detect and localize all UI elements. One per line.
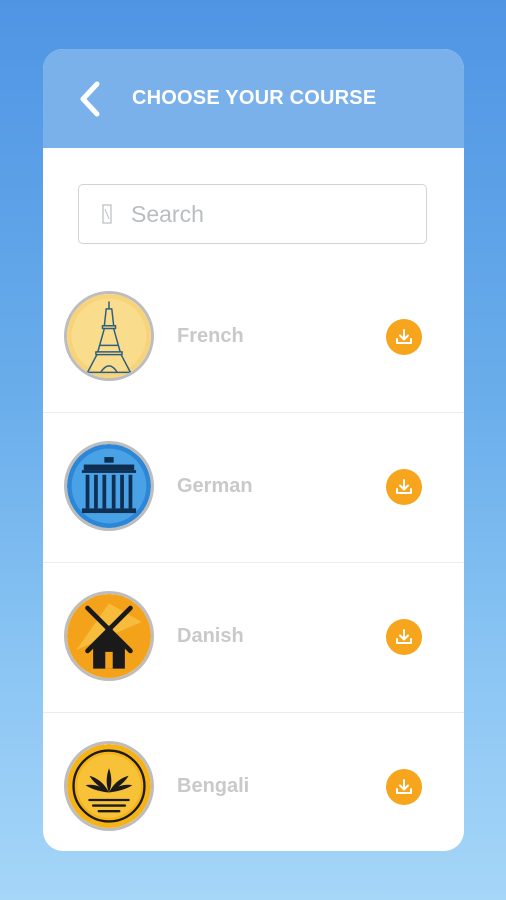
download-icon xyxy=(396,779,412,794)
download-icon xyxy=(396,629,412,644)
list-item-bengali[interactable]: Bengali xyxy=(43,713,464,851)
back-button[interactable] xyxy=(73,81,107,117)
download-icon xyxy=(396,329,412,344)
download-button[interactable] xyxy=(386,619,422,655)
course-name: Bengali xyxy=(177,775,250,797)
download-button[interactable] xyxy=(386,469,422,505)
list-item-danish[interactable]: Danish xyxy=(43,563,464,713)
brandenburg-gate-icon xyxy=(64,441,154,531)
course-name: French xyxy=(177,325,244,347)
download-button[interactable] xyxy=(386,769,422,805)
download-button[interactable] xyxy=(386,319,422,355)
course-list: French German Danish Bengali xyxy=(43,263,464,851)
list-item-french[interactable]: French xyxy=(43,263,464,413)
windmill-icon xyxy=(64,591,154,681)
search-input[interactable] xyxy=(129,199,403,229)
search-icon xyxy=(99,203,115,225)
page-title: CHOOSE YOUR COURSE xyxy=(132,87,377,109)
course-name: Danish xyxy=(177,625,244,647)
search-box[interactable] xyxy=(78,184,427,244)
eiffel-tower-icon xyxy=(64,291,154,381)
chevron-left-icon xyxy=(80,81,100,117)
list-item-german[interactable]: German xyxy=(43,413,464,563)
water-lily-emblem-icon xyxy=(64,741,154,831)
course-name: German xyxy=(177,475,253,497)
download-icon xyxy=(396,479,412,494)
header: CHOOSE YOUR COURSE xyxy=(43,49,464,148)
course-card: CHOOSE YOUR COURSE Search French German … xyxy=(43,49,464,851)
